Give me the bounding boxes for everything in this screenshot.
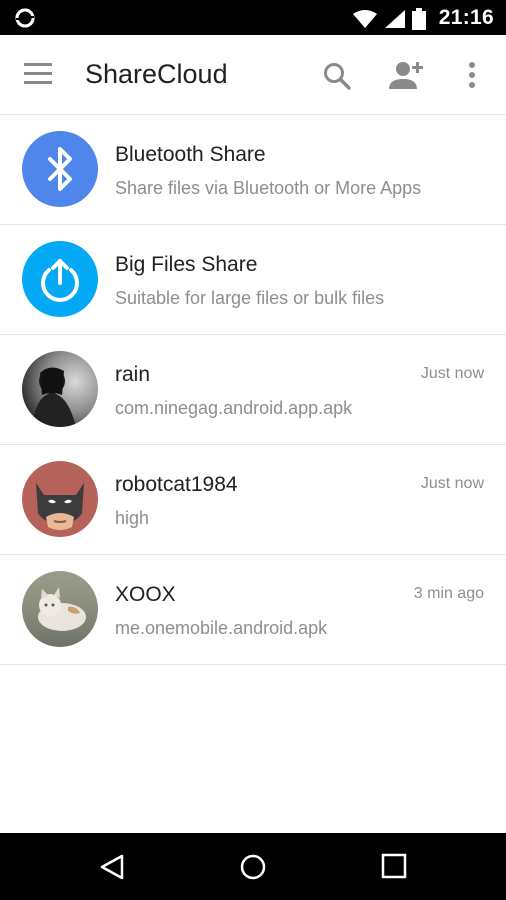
- more-vert-icon[interactable]: [460, 60, 484, 90]
- bluetooth-share-row[interactable]: Bluetooth Share Share files via Bluetoot…: [0, 115, 506, 225]
- sync-notification-icon: [15, 8, 35, 28]
- big-files-share-row[interactable]: Big Files Share Suitable for large files…: [0, 225, 506, 335]
- row-subtitle: Suitable for large files or bulk files: [115, 288, 385, 308]
- signal-icon: [385, 10, 405, 28]
- row-subtitle: me.onemobile.android.apk: [115, 618, 328, 638]
- bluetooth-avatar: [22, 131, 98, 207]
- row-subtitle: high: [115, 508, 150, 528]
- batman-mask-icon: [36, 483, 84, 530]
- recent-share-row-robotcat1984[interactable]: robotcat1984 high Just now: [0, 445, 506, 555]
- recent-share-row-rain[interactable]: rain com.ninegag.android.app.apk Just no…: [0, 335, 506, 445]
- photo-avatar: [22, 351, 98, 427]
- row-title: XOOX: [115, 583, 176, 606]
- recent-share-row-xoox[interactable]: XOOX me.onemobile.android.apk 3 min ago: [0, 555, 506, 665]
- home-icon[interactable]: [239, 853, 267, 881]
- cat-photo-avatar: [22, 571, 98, 647]
- search-icon[interactable]: [322, 61, 352, 91]
- row-time: 3 min ago: [413, 585, 484, 602]
- bluetooth-icon: [48, 147, 72, 191]
- recents-icon[interactable]: [381, 853, 407, 879]
- app-title: ShareCloud: [85, 59, 228, 89]
- row-subtitle: com.ninegag.android.app.apk: [115, 398, 353, 418]
- battery-icon: [412, 8, 426, 30]
- person-silhouette: [32, 367, 76, 427]
- row-subtitle: Share files via Bluetooth or More Apps: [115, 178, 422, 198]
- batman-mask-avatar: [22, 461, 98, 537]
- big-files-avatar: [22, 241, 98, 317]
- upload-power-icon: [41, 259, 79, 302]
- row-time: Just now: [420, 475, 484, 492]
- add-user-icon[interactable]: [386, 60, 424, 90]
- row-title: Bluetooth Share: [115, 143, 266, 166]
- row-title: Big Files Share: [115, 253, 258, 276]
- status-time: 21:16: [438, 6, 494, 29]
- system-nav-bar: [0, 833, 506, 900]
- wifi-icon: [353, 10, 377, 28]
- row-title: robotcat1984: [115, 473, 238, 496]
- back-icon[interactable]: [98, 853, 126, 881]
- share-list: Bluetooth Share Share files via Bluetoot…: [0, 115, 506, 665]
- system-icons: [352, 8, 426, 30]
- status-bar: 21:16: [0, 0, 506, 35]
- row-time: Just now: [420, 365, 484, 382]
- row-title: rain: [115, 363, 151, 386]
- menu-icon[interactable]: [24, 62, 54, 86]
- app-toolbar: ShareCloud: [0, 35, 506, 115]
- cat-silhouette: [38, 587, 86, 631]
